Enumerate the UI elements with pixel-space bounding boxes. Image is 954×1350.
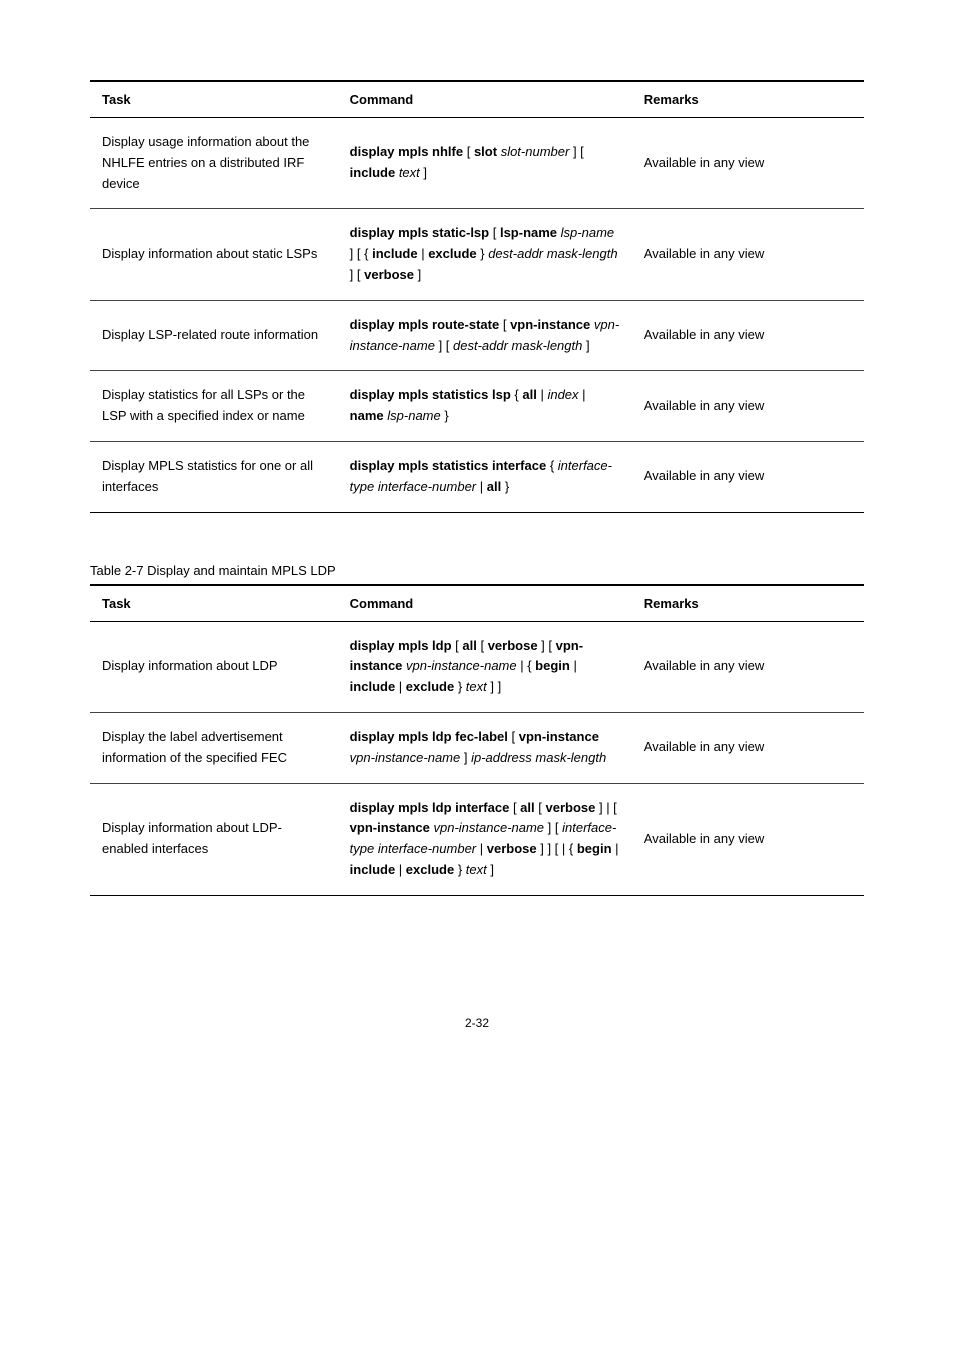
command-cell: display mpls route-state [ vpn-instance …: [338, 300, 632, 371]
remarks-cell: Available in any view: [632, 621, 864, 712]
table-row: Display LSP-related route informationdis…: [90, 300, 864, 371]
task-cell: Display information about LDP-enabled in…: [90, 783, 338, 895]
table2-header-command: Command: [338, 585, 632, 622]
mpls-ldp-table: Task Command Remarks Display information…: [90, 584, 864, 896]
table-row: Display the label advertisement informat…: [90, 712, 864, 783]
task-cell: Display the label advertisement informat…: [90, 712, 338, 783]
remarks-cell: Available in any view: [632, 300, 864, 371]
page-number: 2-32: [90, 1016, 864, 1030]
remarks-cell: Available in any view: [632, 209, 864, 300]
table-row: Display information about static LSPsdis…: [90, 209, 864, 300]
remarks-cell: Available in any view: [632, 441, 864, 512]
command-cell: display mpls nhlfe [ slot slot-number ] …: [338, 118, 632, 209]
task-cell: Display information about static LSPs: [90, 209, 338, 300]
command-cell: display mpls ldp interface [ all [ verbo…: [338, 783, 632, 895]
remarks-cell: Available in any view: [632, 371, 864, 442]
table-row: Display statistics for all LSPs or the L…: [90, 371, 864, 442]
table1-header-command: Command: [338, 81, 632, 118]
command-cell: display mpls static-lsp [ lsp-name lsp-n…: [338, 209, 632, 300]
table-row: Display information about LDP-enabled in…: [90, 783, 864, 895]
remarks-cell: Available in any view: [632, 118, 864, 209]
command-cell: display mpls ldp fec-label [ vpn-instanc…: [338, 712, 632, 783]
table2-header-task: Task: [90, 585, 338, 622]
task-cell: Display information about LDP: [90, 621, 338, 712]
mpls-nhlfe-table: Task Command Remarks Display usage infor…: [90, 80, 864, 513]
task-cell: Display LSP-related route information: [90, 300, 338, 371]
remarks-cell: Available in any view: [632, 712, 864, 783]
command-cell: display mpls ldp [ all [ verbose ] [ vpn…: [338, 621, 632, 712]
task-cell: Display statistics for all LSPs or the L…: [90, 371, 338, 442]
task-cell: Display MPLS statistics for one or all i…: [90, 441, 338, 512]
command-cell: display mpls statistics lsp { all | inde…: [338, 371, 632, 442]
command-cell: display mpls statistics interface { inte…: [338, 441, 632, 512]
task-cell: Display usage information about the NHLF…: [90, 118, 338, 209]
table1-header-remarks: Remarks: [632, 81, 864, 118]
table-row: Display MPLS statistics for one or all i…: [90, 441, 864, 512]
table-row: Display information about LDPdisplay mpl…: [90, 621, 864, 712]
table-row: Display usage information about the NHLF…: [90, 118, 864, 209]
table1-header-task: Task: [90, 81, 338, 118]
table2-caption: Table 2-7 Display and maintain MPLS LDP: [90, 563, 864, 578]
remarks-cell: Available in any view: [632, 783, 864, 895]
table2-header-remarks: Remarks: [632, 585, 864, 622]
